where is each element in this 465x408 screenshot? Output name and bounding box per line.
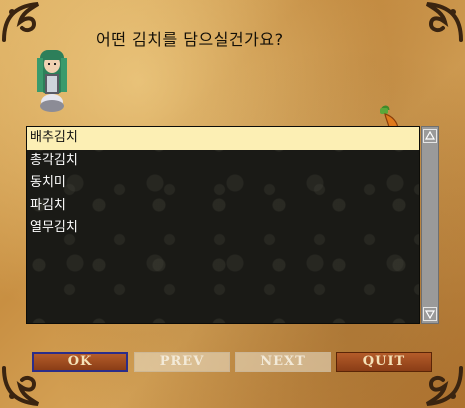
list-item[interactable]: 배추김치 (27, 127, 419, 150)
prev-button[interactable]: PREV (134, 352, 230, 372)
character-portrait-icon (37, 50, 67, 112)
list-item[interactable]: 열무김치 (27, 217, 419, 240)
kimchi-list: 배추김치 총각김치 동치미 파김치 열무김치 (26, 126, 420, 324)
kimchi-dialog: 어떤 김치를 담으실건가요? 배추김치 총각김치 동치미 파김치 열무김치 OK… (0, 0, 465, 408)
dialog-question: 어떤 김치를 담으실건가요? (96, 30, 284, 49)
scroll-up-button[interactable] (422, 128, 438, 144)
list-scrollbar[interactable] (421, 126, 439, 324)
list-item[interactable]: 동치미 (27, 172, 419, 195)
quit-button[interactable]: QUIT (336, 352, 432, 372)
scroll-down-button[interactable] (422, 306, 438, 322)
ok-button[interactable]: OK (32, 352, 128, 372)
scroll-down-icon (423, 307, 437, 321)
corner-ornament-icon (425, 2, 463, 42)
next-button[interactable]: NEXT (235, 352, 331, 372)
scroll-up-icon (423, 129, 437, 143)
corner-ornament-icon (2, 2, 40, 42)
list-item[interactable]: 총각김치 (27, 150, 419, 173)
list-item[interactable]: 파김치 (27, 195, 419, 218)
